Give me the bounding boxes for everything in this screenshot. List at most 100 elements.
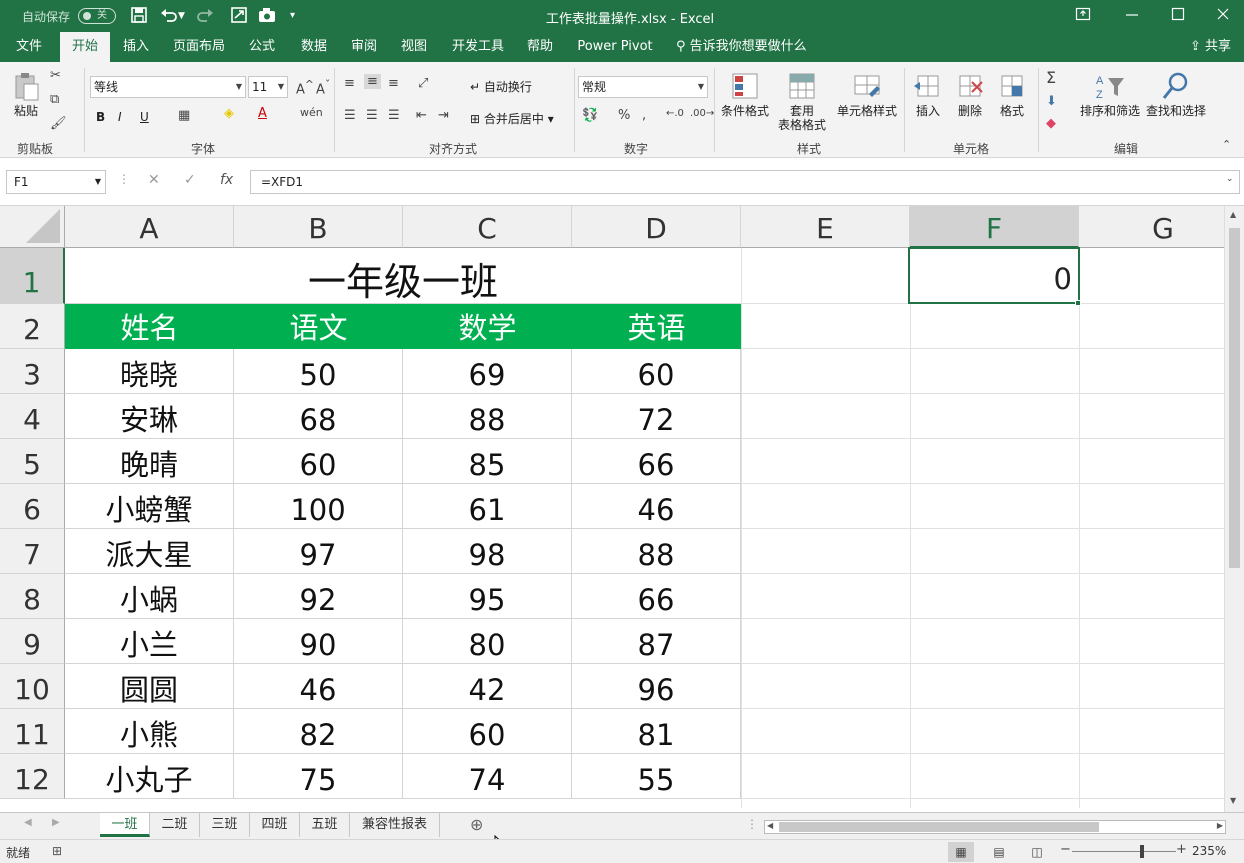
page-break-view-icon[interactable]: ◫ xyxy=(1024,842,1050,862)
number-format-combo[interactable]: 常规 ▼ xyxy=(578,76,708,98)
sheet-title-cell[interactable]: 一年级一班 xyxy=(65,248,741,304)
orientation-icon[interactable]: ⤢ xyxy=(418,76,428,91)
score-cell[interactable]: 88 xyxy=(403,394,572,439)
column-header-a[interactable]: A xyxy=(65,206,234,248)
column-header-d[interactable]: D xyxy=(572,206,741,248)
zoom-in-icon[interactable]: + xyxy=(1176,842,1187,857)
column-header-b[interactable]: B xyxy=(234,206,403,248)
zoom-slider-knob[interactable] xyxy=(1140,845,1144,858)
scroll-up-icon[interactable]: ▲ xyxy=(1230,210,1236,219)
tab-view[interactable]: 视图 xyxy=(392,32,436,62)
score-cell[interactable]: 96 xyxy=(572,664,741,709)
customize-qat-icon[interactable]: ▾ xyxy=(290,10,295,21)
increase-decimal-icon[interactable]: ←.0 xyxy=(666,108,684,119)
ribbon-display-icon[interactable] xyxy=(1075,6,1091,26)
maximize-icon[interactable] xyxy=(1170,6,1186,26)
font-name-combo[interactable]: 等线 ▼ xyxy=(90,76,246,98)
tab-data[interactable]: 数据 xyxy=(292,32,336,62)
score-cell[interactable]: 92 xyxy=(234,574,403,619)
scroll-thumb[interactable] xyxy=(1229,228,1240,568)
column-header-e[interactable]: E xyxy=(741,206,910,248)
row-header-9[interactable]: 9 xyxy=(0,619,65,664)
tab-help[interactable]: 帮助 xyxy=(518,32,562,62)
phonetic-icon[interactable]: wén xyxy=(300,106,323,119)
score-cell[interactable]: 66 xyxy=(572,574,741,619)
tab-review[interactable]: 审阅 xyxy=(342,32,386,62)
score-cell[interactable]: 85 xyxy=(403,439,572,484)
find-select-button[interactable]: 查找和选择 xyxy=(1144,70,1208,118)
tab-home[interactable]: 开始 xyxy=(60,32,110,62)
score-cell[interactable]: 75 xyxy=(234,754,403,799)
insert-function-icon[interactable]: fx xyxy=(220,172,233,188)
student-name-cell[interactable]: 圆圆 xyxy=(65,664,234,709)
score-cell[interactable]: 90 xyxy=(234,619,403,664)
page-layout-view-icon[interactable]: ▤ xyxy=(986,842,1012,862)
row-header-1[interactable]: 1 xyxy=(0,248,65,304)
row-header-4[interactable]: 4 xyxy=(0,394,65,439)
clear-icon[interactable]: ◆ xyxy=(1046,116,1056,131)
sheet-tab-4[interactable]: 四班 xyxy=(250,813,300,837)
header-cell-math[interactable]: 数学 xyxy=(403,304,572,349)
score-cell[interactable]: 97 xyxy=(234,529,403,574)
wrap-text-button[interactable]: ↵ 自动换行 xyxy=(470,78,532,95)
increase-indent-icon[interactable]: ⇥ xyxy=(438,108,449,123)
scroll-left-icon[interactable]: ◀ xyxy=(767,821,773,830)
score-cell[interactable]: 46 xyxy=(234,664,403,709)
score-cell[interactable]: 50 xyxy=(234,349,403,394)
student-name-cell[interactable]: 晚晴 xyxy=(65,439,234,484)
score-cell[interactable]: 74 xyxy=(403,754,572,799)
row-header-5[interactable]: 5 xyxy=(0,439,65,484)
fill-icon[interactable]: ⬇ xyxy=(1046,94,1057,109)
student-name-cell[interactable]: 小蜗 xyxy=(65,574,234,619)
sheet-tab-1[interactable]: 一班 xyxy=(100,813,150,837)
align-right-icon[interactable]: ☰ xyxy=(388,108,400,123)
score-cell[interactable]: 61 xyxy=(403,484,572,529)
tab-formulas[interactable]: 公式 xyxy=(240,32,284,62)
format-as-table-button[interactable]: 套用 表格格式 xyxy=(772,70,832,132)
score-cell[interactable]: 98 xyxy=(403,529,572,574)
paste-button[interactable]: 粘贴 xyxy=(6,70,46,118)
italic-button[interactable]: I xyxy=(118,110,122,124)
student-name-cell[interactable]: 派大星 xyxy=(65,529,234,574)
redo-icon[interactable] xyxy=(196,6,214,28)
font-color-icon[interactable]: A xyxy=(258,106,267,121)
sheet-tab-2[interactable]: 二班 xyxy=(150,813,200,837)
student-name-cell[interactable]: 晓晓 xyxy=(65,349,234,394)
row-header-3[interactable]: 3 xyxy=(0,349,65,394)
insert-cells-button[interactable]: 插入 xyxy=(908,70,948,118)
score-cell[interactable]: 68 xyxy=(234,394,403,439)
decrease-decimal-icon[interactable]: .00→ xyxy=(690,108,714,119)
sort-filter-button[interactable]: AZ 排序和筛选 xyxy=(1078,70,1142,118)
header-cell-english[interactable]: 英语 xyxy=(572,304,741,349)
tell-me-box[interactable]: ⚲ 告诉我你想要做什么 xyxy=(676,32,807,62)
delete-cells-button[interactable]: 删除 xyxy=(950,70,990,118)
align-middle-icon[interactable]: ≡ xyxy=(364,74,381,89)
align-bottom-icon[interactable]: ≡ xyxy=(388,76,399,91)
score-cell[interactable]: 60 xyxy=(234,439,403,484)
student-name-cell[interactable]: 安琳 xyxy=(65,394,234,439)
score-cell[interactable]: 100 xyxy=(234,484,403,529)
format-painter-icon[interactable]: 🖌 xyxy=(50,116,67,131)
student-name-cell[interactable]: 小熊 xyxy=(65,709,234,754)
name-box[interactable]: F1 ▼ xyxy=(6,170,106,194)
student-name-cell[interactable]: 小螃蟹 xyxy=(65,484,234,529)
prev-sheet-icon[interactable]: ◀ xyxy=(24,817,32,828)
row-header-6[interactable]: 6 xyxy=(0,484,65,529)
zoom-slider[interactable] xyxy=(1072,851,1176,852)
score-cell[interactable]: 81 xyxy=(572,709,741,754)
add-sheet-icon[interactable]: ⊕ xyxy=(470,815,483,834)
score-cell[interactable]: 69 xyxy=(403,349,572,394)
score-cell[interactable]: 60 xyxy=(572,349,741,394)
score-cell[interactable]: 80 xyxy=(403,619,572,664)
align-top-icon[interactable]: ≡ xyxy=(344,76,355,91)
next-sheet-icon[interactable]: ▶ xyxy=(52,817,60,828)
score-cell[interactable]: 72 xyxy=(572,394,741,439)
h-scroll-thumb[interactable] xyxy=(779,822,1099,832)
copy-icon[interactable]: ⧉ xyxy=(50,92,59,107)
tab-insert[interactable]: 插入 xyxy=(114,32,158,62)
undo-dropdown-icon[interactable]: ▼ xyxy=(178,11,185,21)
row-header-2[interactable]: 2 xyxy=(0,304,65,349)
save-icon[interactable] xyxy=(130,6,148,28)
header-cell-name[interactable]: 姓名 xyxy=(65,304,234,349)
sheet-tab-3[interactable]: 三班 xyxy=(200,813,250,837)
